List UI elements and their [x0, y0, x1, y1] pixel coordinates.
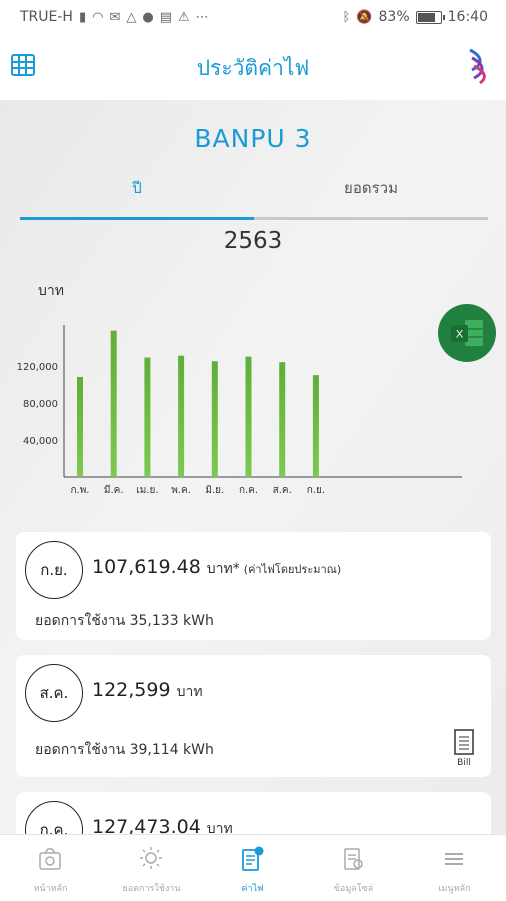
year-label: 2563 [223, 228, 283, 254]
tab-year[interactable]: ปี [20, 170, 254, 216]
bar [211, 361, 218, 477]
x-tick-label: พ.ค. [171, 485, 191, 496]
excel-icon: X [451, 320, 483, 346]
battery-icon [415, 10, 445, 24]
month-badge: ส.ค. [25, 664, 83, 722]
solar-info-icon [344, 848, 363, 870]
more-icon: ⋯ [195, 9, 209, 25]
bar [245, 356, 252, 477]
bar [144, 357, 151, 477]
page-title: ประวัติค่าไฟ [196, 56, 310, 80]
bill-label: Bill [457, 758, 471, 768]
app-bar: ประวัติค่าไฟ [0, 34, 506, 100]
bottom-nav: หน้าหลัก ยอดการใช้งาน ค่าไฟ ข้อมูลโซล่ เ… [0, 834, 506, 901]
warning-icon: ⚠ [178, 9, 190, 25]
carrier-label: TRUE-H [20, 9, 73, 25]
bill-doc-icon [454, 729, 474, 755]
bill-amount: 122,599 บาท [92, 679, 203, 703]
month-badge: ก.ย. [25, 541, 83, 599]
estimate-note: (ค่าไฟโดยประมาณ) [243, 563, 342, 576]
tab-total[interactable]: ยอดรวม [254, 170, 488, 216]
nav-menu[interactable]: เมนูหลัก [404, 835, 505, 901]
nav-label: ยอดการใช้งาน [122, 884, 181, 894]
main-content: BANPU 3 ปี ยอดรวม 2563 บาท 40,000 80,000 12… [0, 100, 506, 834]
bar [279, 362, 286, 477]
nav-label: ค่าไฟ [241, 884, 264, 894]
x-tick-label: มี.ค. [104, 484, 124, 496]
y-axis-label: บาท [38, 283, 64, 299]
x-tick-label: มิ.ย. [205, 485, 224, 496]
bill-card-jul[interactable]: ก.ค. 127,473.04 บาท [16, 792, 491, 834]
sun-energy-icon [140, 847, 162, 869]
x-tick-label: ก.ค. [239, 485, 258, 496]
amount-value: 122,599 [92, 679, 171, 701]
amount-value: 127,473.04 [92, 816, 201, 834]
bill-icon [242, 846, 264, 871]
nav-home[interactable]: หน้าหลัก [0, 835, 101, 901]
gallery-icon: ▤ [159, 9, 172, 25]
bar [178, 355, 185, 477]
wifi-icon: ◠ [92, 9, 104, 25]
clock: 16:40 [447, 9, 488, 25]
bill-card-aug[interactable]: ส.ค. 122,599 บาท ยอดการใช้งาน 39,114 kWh … [16, 655, 491, 777]
usage-text: ยอดการใช้งาน 39,114 kWh [35, 742, 214, 758]
bill-button[interactable]: Bill [449, 729, 479, 768]
bill-amount: 107,619.48 บาท* (ค่าไฟโดยประมาณ) [92, 556, 341, 580]
amount-value: 107,619.48 [92, 556, 201, 578]
x-tick-label: เม.ย. [136, 485, 158, 496]
signal-icon: ▮ [78, 9, 87, 25]
usage-text: ยอดการใช้งาน 35,133 kWh [35, 613, 214, 629]
amount-unit: บาท [176, 684, 203, 700]
period-tabs: ปี ยอดรวม [20, 170, 488, 220]
battery-percent: 83% [378, 9, 410, 25]
nav-solar-info[interactable]: ข้อมูลโซล่ [303, 835, 404, 901]
banpu-logo [466, 48, 488, 88]
y-tick-label: 40,000 [23, 436, 58, 447]
tab-underline [20, 217, 488, 220]
status-bar: TRUE-H ▮ ◠ ✉ △ ● ▤ ⚠ ⋯ ᛒ 🔕 83% 16:40 [0, 0, 506, 34]
x-tick-label: ก.ย. [307, 485, 325, 496]
tab-selected-indicator [20, 217, 254, 220]
bar [110, 330, 117, 477]
nav-bill[interactable]: ค่าไฟ [202, 835, 303, 901]
nav-label: ข้อมูลโซล่ [333, 884, 374, 894]
bar [77, 377, 83, 477]
nav-usage[interactable]: ยอดการใช้งาน [101, 835, 202, 901]
excel-letter: X [456, 329, 464, 341]
mute-icon: 🔕 [356, 9, 373, 25]
y-tick-label: 120,000 [17, 362, 58, 373]
menu-icon [445, 853, 463, 865]
mail-icon: ✉ [109, 9, 121, 25]
site-name: BANPU 3 [194, 124, 312, 153]
nav-label: เมนูหลัก [438, 884, 471, 894]
bar [312, 375, 319, 477]
month-badge: ก.ค. [25, 801, 83, 834]
bill-card-sep[interactable]: ก.ย. 107,619.48 บาท* (ค่าไฟโดยประมาณ) ยอดก… [16, 532, 491, 640]
chat-icon: ● [142, 9, 154, 25]
home-camera-icon [39, 848, 61, 870]
export-excel-button[interactable]: X [438, 304, 496, 362]
amount-unit: บาท [206, 821, 233, 834]
bill-history-chart: บาท 40,000 80,000 120,000 ก.พ. มี.ค. เม.ย. พ.ค.… [17, 283, 462, 496]
drive-icon: △ [126, 9, 137, 25]
nav-label: หน้าหลัก [33, 884, 68, 894]
x-tick-label: ก.พ. [70, 485, 89, 496]
y-tick-label: 80,000 [23, 399, 58, 410]
x-tick-label: ส.ค. [273, 485, 292, 496]
amount-unit: บาท* [206, 561, 240, 577]
bluetooth-icon: ᛒ [342, 9, 351, 25]
bill-amount: 127,473.04 บาท [92, 816, 233, 834]
